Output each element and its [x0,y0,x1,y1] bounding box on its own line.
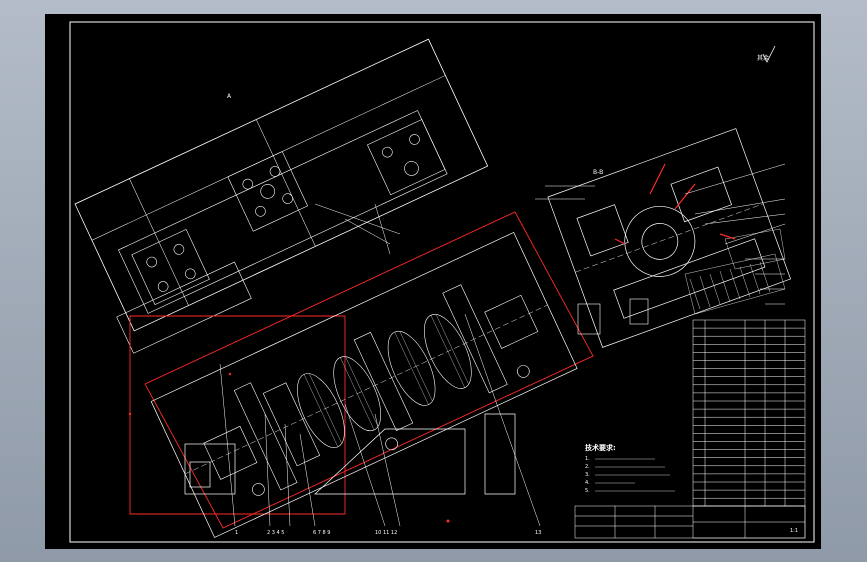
main-view-frame [129,211,594,529]
svg-text:13: 13 [535,530,541,536]
leader-lines [219,203,541,527]
tech-req-item: 2. [585,464,590,470]
tech-req-item: 4. [585,480,590,486]
tech-req-item: 3. [585,472,590,478]
cad-drawing-viewport[interactable]: 其余 A 1 2 3 4 5 6 7 8 9 10 11 12 13 技术要求:… [45,14,821,549]
drawing-sheet: 其余 A 1 2 3 4 5 6 7 8 9 10 11 12 13 技术要求:… [69,21,815,543]
top-view-label: A [227,93,232,100]
technical-requirements: 技术要求: 1. 2. 3. 4. 5. [585,443,675,494]
tech-req-heading: 技术要求: [585,443,616,452]
top-view [74,38,489,354]
svg-text:10 11 12: 10 11 12 [375,530,397,536]
section-markers [128,372,450,523]
base-blocks [184,413,516,495]
side-view: B-B [535,128,792,348]
sheet-border [69,21,815,543]
svg-text:1: 1 [235,530,238,536]
svg-text:2 3 4 5: 2 3 4 5 [267,530,285,536]
title-block [574,505,806,539]
parts-list [692,319,806,507]
side-view-label: B-B [593,169,603,176]
title-block-scale: 1:1 [790,528,798,534]
svg-text:6 7 8 9: 6 7 8 9 [313,530,331,536]
main-view [150,231,578,538]
tech-req-item: 1. [585,456,590,462]
roughness-symbol: 其余 [757,45,776,63]
tech-req-item: 5. [585,488,590,494]
roughness-note: 其余 [757,54,769,62]
part-number-row: 1 2 3 4 5 6 7 8 9 10 11 12 13 [235,530,541,536]
